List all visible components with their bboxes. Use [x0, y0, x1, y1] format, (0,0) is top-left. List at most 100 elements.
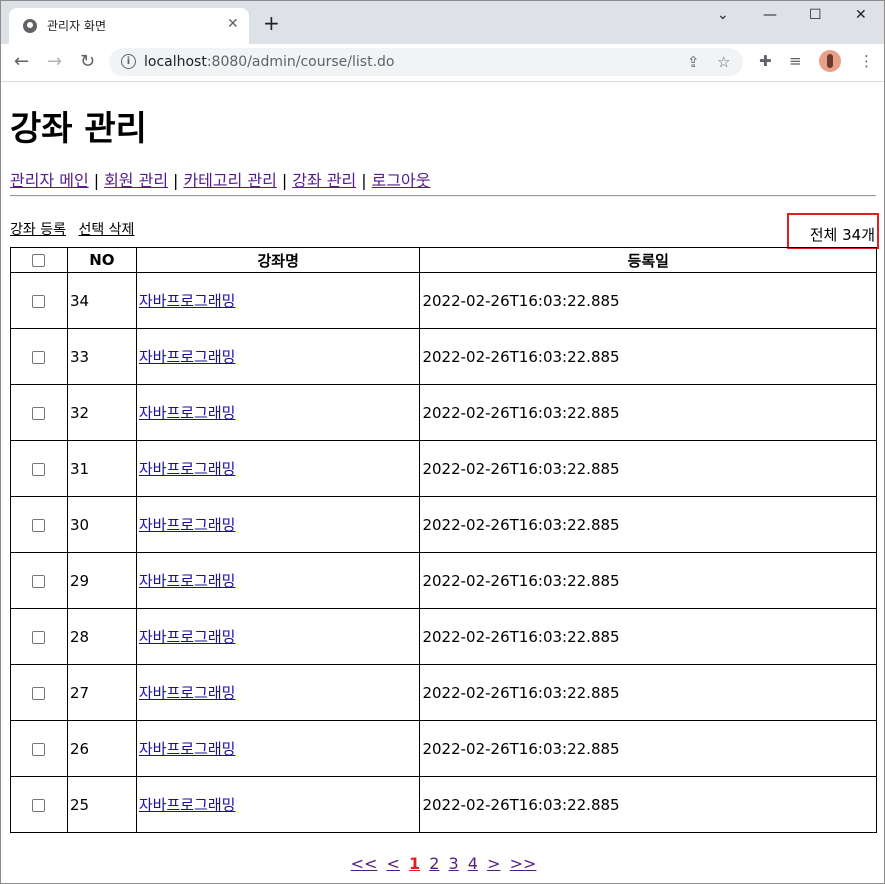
course-name-link[interactable]: 자바프로그래밍	[139, 516, 236, 534]
page-link-current[interactable]: 1	[409, 854, 420, 873]
row-course-cell: 자바프로그래밍	[135, 552, 421, 609]
page-link[interactable]: 2	[429, 854, 439, 873]
close-window-button[interactable]: ✕	[855, 7, 867, 23]
row-checkbox[interactable]	[32, 294, 46, 308]
last-page-link[interactable]: >>	[510, 854, 537, 873]
menu-admin-main[interactable]: 관리자 메인	[10, 171, 89, 190]
row-date: 2022-02-26T16:03:22.885	[419, 776, 877, 833]
course-name-link[interactable]: 자바프로그래밍	[139, 404, 236, 422]
browser-window: 관리자 화면 ✕ + ⌄ — ☐ ✕ ← → ↻ i localhost:808…	[0, 0, 885, 884]
course-table: NO 강좌명 등록일 34 자바프로그래밍 2022-02-26T16:03:2…	[10, 247, 877, 833]
row-no: 31	[66, 440, 137, 497]
row-checkbox[interactable]	[32, 406, 46, 420]
row-checkbox[interactable]	[32, 686, 46, 700]
course-name-link[interactable]: 자바프로그래밍	[139, 796, 236, 814]
row-course-cell: 자바프로그래밍	[135, 384, 421, 441]
add-course-link[interactable]: 강좌 등록	[10, 222, 66, 238]
menu-course[interactable]: 강좌 관리	[292, 171, 356, 190]
tab-title: 관리자 화면	[47, 19, 107, 33]
course-name-link[interactable]: 자바프로그래밍	[139, 684, 236, 702]
table-row: 31 자바프로그래밍 2022-02-26T16:03:22.885	[10, 440, 877, 497]
row-checkbox-cell	[10, 496, 68, 553]
chevron-down-icon[interactable]: ⌄	[717, 7, 729, 23]
row-no: 32	[66, 384, 137, 441]
next-page-link[interactable]: >	[487, 854, 500, 873]
row-checkbox[interactable]	[32, 798, 46, 812]
close-icon[interactable]: ✕	[227, 16, 239, 32]
row-date: 2022-02-26T16:03:22.885	[419, 272, 877, 329]
row-course-cell: 자바프로그래밍	[135, 776, 421, 833]
course-name-link[interactable]: 자바프로그래밍	[139, 740, 236, 758]
address-bar[interactable]: i localhost:8080/admin/course/list.do ⇪ …	[109, 48, 743, 76]
share-icon[interactable]: ⇪	[687, 53, 700, 71]
prev-page-link[interactable]: <	[387, 854, 400, 873]
row-checkbox[interactable]	[32, 630, 46, 644]
header-no: NO	[66, 247, 137, 273]
table-row: 30 자바프로그래밍 2022-02-26T16:03:22.885	[10, 496, 877, 553]
first-page-link[interactable]: <<	[351, 854, 378, 873]
menu-separator: |	[361, 171, 367, 190]
url-text[interactable]: localhost:8080/admin/course/list.do	[144, 54, 394, 70]
back-arrow-icon[interactable]: ←	[14, 51, 29, 72]
row-checkbox[interactable]	[32, 574, 46, 588]
row-checkbox-cell	[10, 384, 68, 441]
course-name-link[interactable]: 자바프로그래밍	[139, 572, 236, 590]
table-row: 27 자바프로그래밍 2022-02-26T16:03:22.885	[10, 664, 877, 721]
row-checkbox[interactable]	[32, 462, 46, 476]
course-name-link[interactable]: 자바프로그래밍	[139, 292, 236, 310]
row-course-cell: 자바프로그래밍	[135, 440, 421, 497]
total-count-highlight: 전체 34개	[787, 213, 879, 249]
tab-strip: 관리자 화면 ✕ + ⌄ — ☐ ✕	[1, 1, 884, 44]
row-checkbox[interactable]	[32, 518, 46, 532]
row-no: 25	[66, 776, 137, 833]
page-link[interactable]: 4	[468, 854, 478, 873]
forward-arrow-icon[interactable]: →	[47, 51, 62, 72]
info-icon[interactable]: i	[121, 54, 136, 69]
total-count: 전체 34개	[809, 226, 875, 244]
pagination: << < 1 2 3 4 > >>	[1, 854, 884, 873]
row-checkbox-cell	[10, 720, 68, 777]
row-checkbox-cell	[10, 664, 68, 721]
more-menu-icon[interactable]: ⋮	[859, 52, 874, 70]
delete-selected-link[interactable]: 선택 삭제	[78, 222, 134, 238]
table-header-row: NO 강좌명 등록일	[10, 247, 877, 273]
row-course-cell: 자바프로그래밍	[135, 720, 421, 777]
table-row: 26 자바프로그래밍 2022-02-26T16:03:22.885	[10, 720, 877, 777]
row-course-cell: 자바프로그래밍	[135, 272, 421, 329]
globe-icon	[23, 19, 37, 33]
course-name-link[interactable]: 자바프로그래밍	[139, 628, 236, 646]
row-checkbox-cell	[10, 776, 68, 833]
reload-icon[interactable]: ↻	[80, 51, 95, 72]
row-course-cell: 자바프로그래밍	[135, 664, 421, 721]
course-name-link[interactable]: 자바프로그래밍	[139, 460, 236, 478]
header-reg-date: 등록일	[419, 247, 877, 273]
menu-logout[interactable]: 로그아웃	[372, 171, 431, 190]
menu-category[interactable]: 카테고리 관리	[183, 171, 276, 190]
course-name-link[interactable]: 자바프로그래밍	[139, 348, 236, 366]
row-checkbox-cell	[10, 552, 68, 609]
maximize-button[interactable]: ☐	[809, 7, 822, 23]
browser-tab[interactable]: 관리자 화면 ✕	[9, 8, 249, 44]
star-icon[interactable]: ☆	[717, 53, 730, 71]
row-checkbox-cell	[10, 328, 68, 385]
admin-menu: 관리자 메인 | 회원 관리 | 카테고리 관리 | 강좌 관리 | 로그아웃	[10, 167, 430, 191]
table-row: 32 자바프로그래밍 2022-02-26T16:03:22.885	[10, 384, 877, 441]
row-checkbox[interactable]	[32, 350, 46, 364]
select-all-header	[10, 247, 68, 273]
row-no: 29	[66, 552, 137, 609]
new-tab-button[interactable]: +	[263, 13, 280, 33]
menu-member[interactable]: 회원 관리	[104, 171, 168, 190]
avatar[interactable]	[819, 50, 841, 72]
menu-separator: |	[93, 171, 100, 190]
extensions-icon[interactable]: ✚	[759, 52, 772, 70]
media-queue-icon[interactable]: ≡	[789, 52, 802, 70]
table-row: 33 자바프로그래밍 2022-02-26T16:03:22.885	[10, 328, 877, 385]
row-date: 2022-02-26T16:03:22.885	[419, 328, 877, 385]
row-checkbox[interactable]	[32, 742, 46, 756]
select-all-checkbox[interactable]	[32, 254, 46, 267]
minimize-button[interactable]: —	[763, 7, 777, 23]
page-link[interactable]: 3	[449, 854, 459, 873]
row-date: 2022-02-26T16:03:22.885	[419, 552, 877, 609]
table-row: 29 자바프로그래밍 2022-02-26T16:03:22.885	[10, 552, 877, 609]
row-date: 2022-02-26T16:03:22.885	[419, 496, 877, 553]
